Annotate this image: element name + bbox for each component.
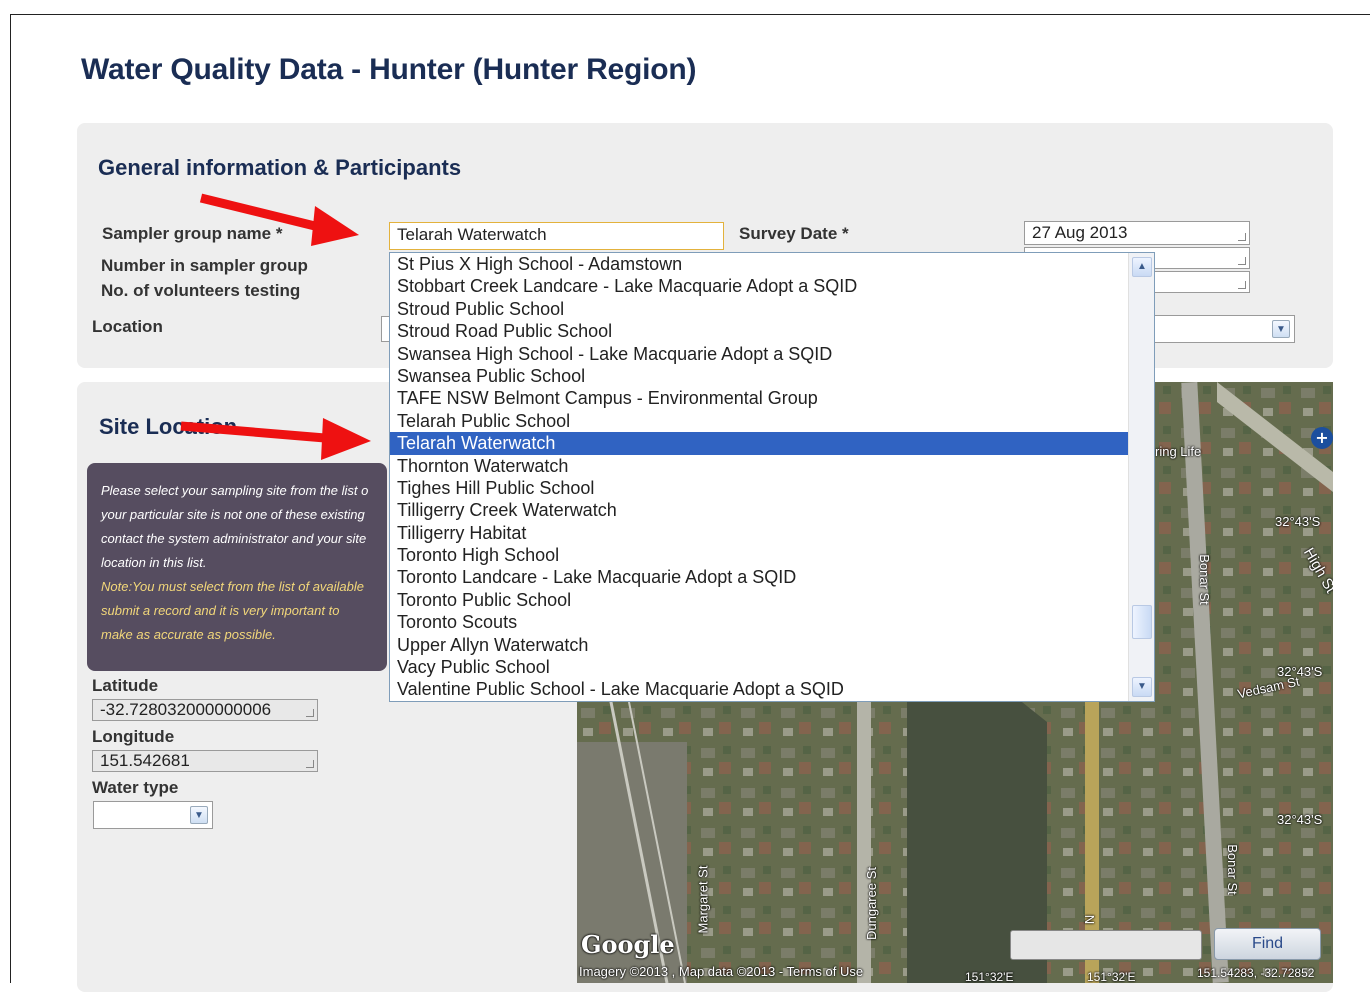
dropdown-options: St Pius X High School - Adamstown Stobbar… — [390, 253, 1154, 701]
map-route-label: N — [1082, 914, 1098, 925]
dropdown-option[interactable]: Swansea Public School — [390, 365, 1154, 387]
scroll-down-icon[interactable]: ▼ — [1132, 677, 1152, 697]
longitude-value: 151.542681 — [100, 751, 190, 770]
location-select-right[interactable]: ▼ — [1150, 315, 1295, 343]
dropdown-option[interactable]: Swansea High School - Lake Macquarie Ado… — [390, 343, 1154, 365]
resize-grip-icon — [1238, 257, 1246, 265]
chevron-down-icon[interactable]: ▼ — [1272, 320, 1290, 338]
map-copyright[interactable]: Imagery ©2013 , Map data ©2013 - Terms o… — [579, 964, 863, 979]
resize-grip-icon — [306, 709, 314, 717]
dropdown-option[interactable]: Tilligerry Habitat — [390, 522, 1154, 544]
map-lon-label-1: 151°32'E — [965, 970, 1014, 983]
dropdown-option[interactable]: Telarah Waterwatch — [390, 432, 1128, 455]
map-find-button[interactable]: Find — [1214, 928, 1321, 960]
dropdown-option[interactable]: Valentine Public School - Lake Macquarie… — [390, 678, 1154, 700]
volunteers-label: No. of volunteers testing — [101, 281, 301, 300]
page-title: Water Quality Data - Hunter (Hunter Regi… — [81, 53, 697, 86]
latitude-input[interactable]: -32.728032000000006 — [92, 699, 318, 721]
site-info-box: Please select your sampling site from th… — [87, 463, 387, 671]
survey-date-label: Survey Date * — [739, 224, 849, 243]
latitude-value: -32.728032000000006 — [100, 700, 272, 719]
resize-grip-icon — [1238, 281, 1246, 289]
chevron-down-icon[interactable]: ▼ — [190, 806, 208, 824]
general-section-title: General information & Participants — [98, 155, 462, 180]
dropdown-option[interactable]: Toronto Public School — [390, 589, 1154, 611]
sampler-group-dropdown-list[interactable]: St Pius X High School - Adamstown Stobbar… — [389, 252, 1155, 702]
dropdown-option[interactable]: Tighes Hill Public School — [390, 477, 1154, 499]
map-street-dungaree: Dungaree St — [864, 867, 879, 940]
dropdown-option[interactable]: Tilligerry Creek Waterwatch — [390, 499, 1154, 521]
map-coords: 151.54283, -32.72852 — [1197, 966, 1315, 980]
annotation-arrow-1 — [199, 193, 359, 246]
map-poi-label: ring Life — [1155, 444, 1202, 459]
dropdown-option[interactable]: Stroud Public School — [390, 298, 1154, 320]
dropdown-option[interactable]: Vacy Public School — [390, 656, 1154, 678]
site-info-text: Please select your sampling site from th… — [101, 483, 369, 570]
dropdown-option[interactable]: Stroud Road Public School — [390, 320, 1154, 342]
water-type-label: Water type — [92, 778, 179, 797]
sampler-group-select[interactable]: Telarah Waterwatch — [389, 222, 724, 250]
longitude-input[interactable]: 151.542681 — [92, 750, 318, 772]
map-find-input[interactable] — [1010, 930, 1202, 960]
dropdown-option[interactable]: Toronto Scouts — [390, 611, 1154, 633]
dropdown-option[interactable]: Toronto High School — [390, 544, 1154, 566]
dropdown-scrollbar[interactable]: ▲ ▼ — [1128, 253, 1154, 701]
number-in-group-label: Number in sampler group — [101, 256, 308, 275]
sampler-group-value: Telarah Waterwatch — [397, 225, 547, 244]
google-logo: Google — [581, 930, 675, 959]
resize-grip-icon — [306, 760, 314, 768]
resize-grip-icon — [1238, 233, 1246, 241]
longitude-label: Longitude — [92, 727, 175, 746]
water-type-select[interactable]: ▼ — [93, 801, 213, 829]
survey-date-input[interactable]: 27 Aug 2013 — [1024, 221, 1250, 245]
map-lat-label-1: 32°43'S — [1275, 514, 1321, 529]
dropdown-option[interactable]: Telarah Public School — [390, 410, 1154, 432]
dropdown-option[interactable]: Toronto Landcare - Lake Macquarie Adopt … — [390, 566, 1154, 588]
dropdown-option[interactable]: Stobbart Creek Landcare - Lake Macquarie… — [390, 275, 1154, 297]
annotation-arrow-2 — [180, 418, 371, 460]
map-street-margaret: Margaret St — [695, 865, 711, 934]
location-label: Location — [92, 317, 163, 336]
map-street-bonar-2: Bonar St — [1224, 844, 1240, 895]
dropdown-option[interactable]: St Pius X High School - Adamstown — [390, 253, 1154, 275]
dropdown-option[interactable]: Upper Allyn Waterwatch — [390, 634, 1154, 656]
map-lon-label-2: 151°32'E — [1087, 970, 1136, 983]
site-info-note: Note:You must select from the list of av… — [101, 579, 365, 642]
dropdown-option[interactable]: Thornton Waterwatch — [390, 455, 1154, 477]
dropdown-option[interactable]: TAFE NSW Belmont Campus - Environmental … — [390, 387, 1154, 409]
svg-text:+: + — [1315, 428, 1328, 447]
scroll-up-icon[interactable]: ▲ — [1132, 257, 1152, 277]
survey-date-value: 27 Aug 2013 — [1032, 223, 1128, 242]
scroll-thumb[interactable] — [1132, 605, 1152, 639]
latitude-label: Latitude — [92, 676, 159, 695]
map-street-bonar: Bonar St — [1196, 554, 1212, 605]
map-lat-label-3: 32°43'S — [1277, 812, 1323, 827]
